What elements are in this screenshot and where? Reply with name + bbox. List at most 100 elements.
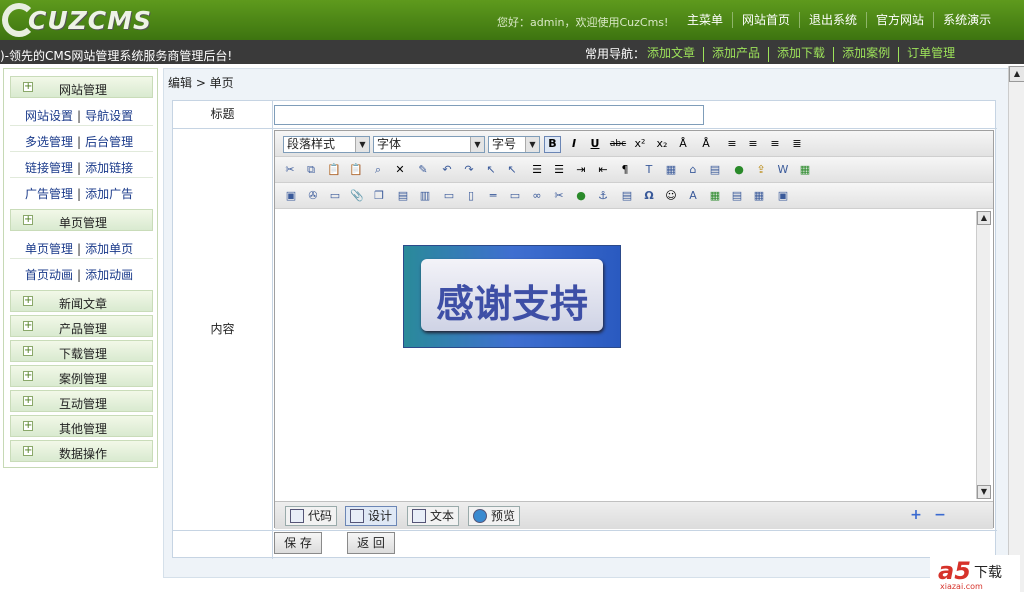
anchor-icon[interactable]: ⚓: [596, 189, 610, 203]
menu-home[interactable]: 网站首页: [732, 12, 799, 28]
excel-import-icon[interactable]: ▦: [708, 189, 722, 203]
format-brush-icon[interactable]: ⌂: [686, 163, 700, 177]
menu-demo[interactable]: 系统演示: [933, 12, 1000, 28]
sidebar-link-home-anim[interactable]: 首页动画: [25, 268, 73, 282]
logo[interactable]: CUZCMS: [2, 2, 152, 38]
font-decrease-icon[interactable]: Å: [699, 137, 713, 151]
sidebar-section-single-page[interactable]: + 单页管理: [10, 209, 153, 231]
save-icon[interactable]: ▣: [776, 189, 790, 203]
paragraph-icon[interactable]: ¶: [618, 163, 632, 177]
table-menu-icon[interactable]: ▥: [418, 189, 432, 203]
undo-icon[interactable]: ↶: [440, 163, 454, 177]
scroll-down-icon[interactable]: ▼: [977, 485, 991, 499]
select-icon[interactable]: ↖: [484, 163, 498, 177]
copy-icon[interactable]: ⧉: [304, 163, 318, 177]
paste-icon[interactable]: 📋: [327, 163, 341, 177]
sidebar-link-add-single[interactable]: 添加单页: [85, 242, 133, 256]
sidebar-section-site[interactable]: + 网站管理: [10, 76, 153, 98]
fieldset-icon[interactable]: ▭: [442, 189, 456, 203]
menu-logout[interactable]: 退出系统: [799, 12, 866, 28]
sidebar-link-add-link[interactable]: 添加链接: [85, 161, 133, 175]
marquee-icon[interactable]: ▭: [508, 189, 522, 203]
quick-add-article[interactable]: 添加文章: [647, 47, 703, 62]
template-icon[interactable]: ▤: [620, 189, 634, 203]
sidebar-link-nav-settings[interactable]: 导航设置: [85, 109, 133, 123]
redo-icon[interactable]: ↷: [462, 163, 476, 177]
link-icon[interactable]: ∞: [530, 189, 544, 203]
scroll-up-icon[interactable]: ▲: [1009, 66, 1024, 82]
save-button[interactable]: 保 存: [274, 532, 322, 554]
strikethrough-icon[interactable]: abc: [608, 137, 628, 151]
mode-code-button[interactable]: 代码: [285, 506, 338, 526]
mode-preview-button[interactable]: 预览: [468, 506, 521, 526]
sidebar-link-site-settings[interactable]: 网站设置: [25, 109, 73, 123]
quick-add-product[interactable]: 添加产品: [703, 47, 768, 62]
import-word-icon[interactable]: ▤: [708, 163, 722, 177]
sidebar-section-products[interactable]: + 产品管理: [10, 315, 153, 337]
menu-main[interactable]: 主菜单: [678, 12, 732, 28]
iframe-icon[interactable]: ▯: [464, 189, 478, 203]
sidebar-link-single-pages[interactable]: 单页管理: [25, 242, 73, 256]
font-select[interactable]: 字体 ▼: [373, 136, 485, 153]
quick-add-download[interactable]: 添加下载: [768, 47, 833, 62]
grid-icon[interactable]: ▦: [752, 189, 766, 203]
paragraph-style-select[interactable]: 段落样式 ▼: [283, 136, 370, 153]
sidebar-link-ads[interactable]: 广告管理: [25, 187, 73, 201]
sidebar-section-cases[interactable]: + 案例管理: [10, 365, 153, 387]
back-button[interactable]: 返 回: [347, 532, 395, 554]
art-text-icon[interactable]: A: [686, 189, 700, 203]
menu-official-site[interactable]: 官方网站: [866, 12, 933, 28]
media-icon[interactable]: ▭: [328, 189, 342, 203]
title-input[interactable]: [274, 105, 704, 125]
flash-icon[interactable]: ✇: [306, 189, 320, 203]
italic-icon[interactable]: I: [567, 137, 581, 151]
attachment-icon[interactable]: 📎: [350, 189, 364, 203]
sidebar-link-multi[interactable]: 多选管理: [25, 135, 73, 149]
paste-text-icon[interactable]: 📋: [349, 163, 363, 177]
word-icon[interactable]: W: [776, 163, 790, 177]
insert-date-icon[interactable]: ▤: [730, 189, 744, 203]
align-left-icon[interactable]: ≡: [725, 137, 739, 151]
bold-icon[interactable]: B: [544, 136, 561, 153]
unlink-icon[interactable]: ✂: [552, 189, 566, 203]
emoticon-icon[interactable]: ☺: [664, 189, 678, 203]
subscript-icon[interactable]: x₂: [655, 137, 669, 151]
align-center-icon[interactable]: ≡: [746, 137, 760, 151]
page-scrollbar[interactable]: ▲: [1008, 66, 1024, 592]
editor-scrollbar[interactable]: ▲ ▼: [976, 211, 991, 499]
mode-design-button[interactable]: 设计: [345, 506, 398, 526]
scroll-up-icon[interactable]: ▲: [977, 211, 991, 225]
font-increase-icon[interactable]: Å: [676, 137, 690, 151]
cut-icon[interactable]: ✂: [283, 163, 297, 177]
sidebar-link-links[interactable]: 链接管理: [25, 161, 73, 175]
quick-order-manage[interactable]: 订单管理: [898, 47, 963, 62]
quick-add-case[interactable]: 添加案例: [833, 47, 898, 62]
outdent-icon[interactable]: ⇤: [596, 163, 610, 177]
image-icon[interactable]: ▣: [284, 189, 298, 203]
sidebar-link-add-anim[interactable]: 添加动画: [85, 268, 133, 282]
document-icon[interactable]: ❐: [372, 189, 386, 203]
sidebar-link-add-ad[interactable]: 添加广告: [85, 187, 133, 201]
superscript-icon[interactable]: x²: [633, 137, 647, 151]
delete-icon[interactable]: ✕: [393, 163, 407, 177]
sidebar-section-other[interactable]: + 其他管理: [10, 415, 153, 437]
shrink-icon[interactable]: −: [933, 508, 947, 522]
sidebar-section-downloads[interactable]: + 下载管理: [10, 340, 153, 362]
map-icon[interactable]: ●: [574, 189, 588, 203]
expand-icon[interactable]: +: [909, 508, 923, 522]
horizontal-rule-icon[interactable]: ═: [486, 189, 500, 203]
upload-icon[interactable]: ⇪: [754, 163, 768, 177]
underline-icon[interactable]: U: [588, 137, 602, 151]
excel-icon[interactable]: ▦: [798, 163, 812, 177]
clean-format-icon[interactable]: ✎: [416, 163, 430, 177]
find-icon[interactable]: ⌕: [371, 163, 385, 177]
ordered-list-icon[interactable]: ☰: [530, 163, 544, 177]
mode-text-button[interactable]: 文本: [407, 506, 460, 526]
background-color-icon[interactable]: ▦: [664, 163, 678, 177]
globe-icon[interactable]: ●: [732, 163, 746, 177]
sidebar-link-backend[interactable]: 后台管理: [85, 135, 133, 149]
sidebar-section-news[interactable]: + 新闻文章: [10, 290, 153, 312]
indent-icon[interactable]: ⇥: [574, 163, 588, 177]
editor-content-area[interactable]: [276, 211, 976, 499]
table-icon[interactable]: ▤: [396, 189, 410, 203]
